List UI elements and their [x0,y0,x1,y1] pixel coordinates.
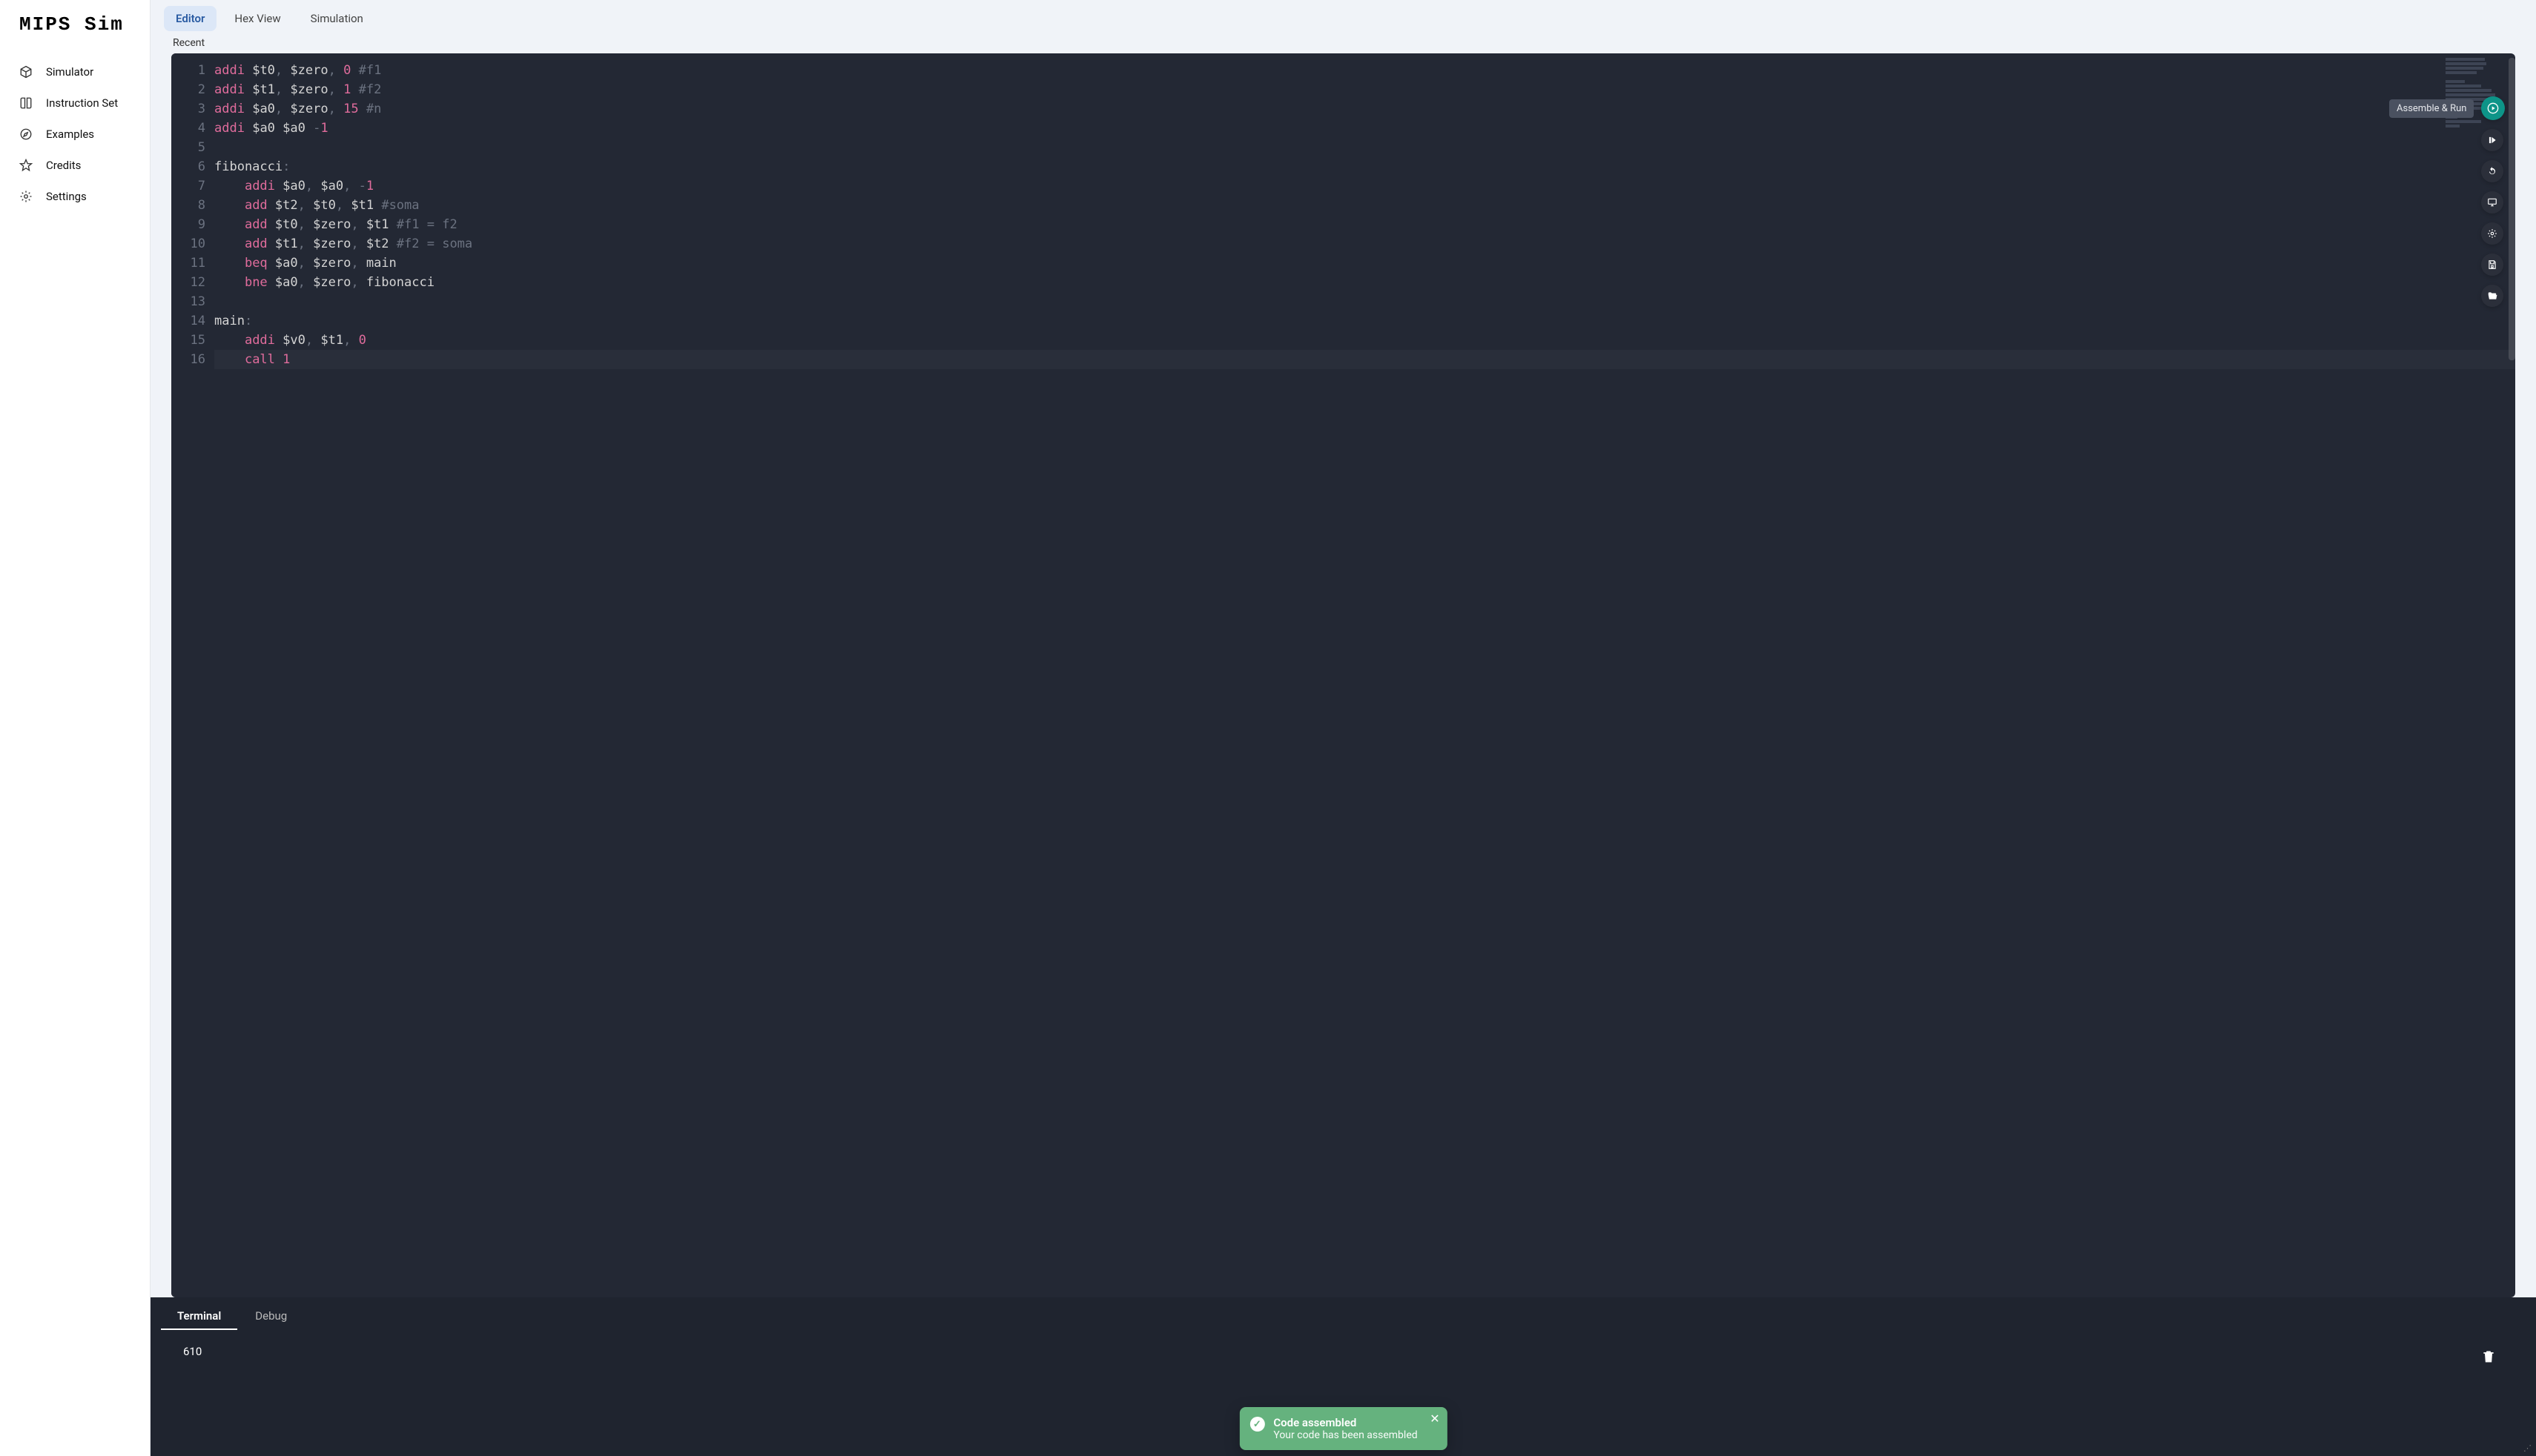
sidebar-nav: Simulator Instruction Set Examples Credi… [0,49,150,219]
code-line[interactable]: addi $t0, $zero, 0 #f1 [214,61,2515,80]
main: Editor Hex View Simulation Recent 123456… [151,0,2536,1456]
sidebar-item-settings[interactable]: Settings [0,181,150,212]
tab-editor[interactable]: Editor [164,6,217,31]
sidebar-item-label: Settings [46,190,87,203]
star-icon [19,159,33,172]
line-number: 16 [171,350,205,369]
code-line[interactable]: addi $a0, $a0, -1 [214,176,2515,196]
sidebar-item-label: Simulator [46,65,93,79]
sidebar-item-credits[interactable]: Credits [0,150,150,181]
panel-tab-debug[interactable]: Debug [239,1305,303,1330]
line-number: 1 [171,61,205,80]
line-number: 13 [171,292,205,311]
sidebar-item-examples[interactable]: Examples [0,119,150,150]
cube-icon [19,65,33,79]
code-line[interactable]: add $t1, $zero, $t2 #f2 = soma [214,234,2515,254]
recent-label[interactable]: Recent [151,31,2536,53]
panel-tabs: Terminal Debug [151,1297,2536,1330]
code-line[interactable]: addi $a0 $a0 -1 [214,119,2515,138]
open-button[interactable] [2481,285,2503,307]
code-line[interactable]: beq $a0, $zero, main [214,254,2515,273]
settings-button[interactable] [2481,222,2503,245]
terminal-output: 610 [170,1340,2517,1363]
sidebar-item-instruction-set[interactable]: Instruction Set [0,87,150,119]
editor-scrollbar[interactable] [2509,58,2515,360]
assemble-run-button[interactable] [2481,96,2505,120]
code-line[interactable]: add $t0, $zero, $t1 #f1 = f2 [214,215,2515,234]
compass-icon [19,128,33,141]
line-number: 15 [171,331,205,350]
code-area[interactable]: addi $t0, $zero, 0 #f1addi $t1, $zero, 1… [214,53,2515,1297]
code-line[interactable]: addi $t1, $zero, 1 #f2 [214,80,2515,99]
code-line[interactable]: bne $a0, $zero, fibonacci [214,273,2515,292]
code-editor[interactable]: 12345678910111213141516 addi $t0, $zero,… [171,53,2515,1297]
line-number: 3 [171,99,205,119]
toast-message: Your code has been assembled [1273,1429,1417,1441]
line-number: 12 [171,273,205,292]
line-number: 10 [171,234,205,254]
sidebar: MIPS Sim Simulator Instruction Set Examp… [0,0,151,1456]
line-number: 11 [171,254,205,273]
code-line[interactable]: addi $v0, $t1, 0 [214,331,2515,350]
code-line[interactable] [214,138,2515,157]
sidebar-item-simulator[interactable]: Simulator [0,56,150,87]
action-buttons: Assemble & Run [2481,96,2505,307]
line-number: 2 [171,80,205,99]
app-title: MIPS Sim [0,0,150,49]
book-icon [19,96,33,110]
editor-container: 12345678910111213141516 addi $t0, $zero,… [171,53,2515,1297]
line-number: 14 [171,311,205,331]
code-line[interactable]: call 1 [214,350,2515,369]
toast-title: Code assembled [1273,1416,1417,1429]
sidebar-item-label: Instruction Set [46,96,118,110]
tooltip: Assemble & Run [2389,99,2474,118]
line-number: 8 [171,196,205,215]
tab-hex-view[interactable]: Hex View [222,6,292,31]
reset-button[interactable] [2481,160,2503,182]
save-button[interactable] [2481,254,2503,276]
line-number: 4 [171,119,205,138]
code-line[interactable]: fibonacci: [214,157,2515,176]
clear-terminal-button[interactable] [2481,1349,2496,1367]
code-line[interactable]: addi $a0, $zero, 15 #n [214,99,2515,119]
gear-icon [19,190,33,203]
panel-tab-terminal[interactable]: Terminal [161,1305,237,1330]
toast-close-button[interactable]: ✕ [1430,1413,1439,1425]
topbar-tabs: Editor Hex View Simulation [151,0,2536,31]
line-number: 7 [171,176,205,196]
step-button[interactable] [2481,129,2503,151]
tab-simulation[interactable]: Simulation [299,6,375,31]
line-number: 6 [171,157,205,176]
resize-handle-icon[interactable]: ⋰ [2523,1443,2532,1453]
monitor-button[interactable] [2481,191,2503,214]
sidebar-item-label: Credits [46,159,81,172]
code-line[interactable] [214,292,2515,311]
line-number: 9 [171,215,205,234]
line-gutter: 12345678910111213141516 [171,53,214,1297]
code-line[interactable]: main: [214,311,2515,331]
line-number: 5 [171,138,205,157]
bottom-panel: Terminal Debug 610 ⋰ ✓ Code assembled Yo… [151,1297,2536,1456]
code-line[interactable]: add $t2, $t0, $t1 #soma [214,196,2515,215]
sidebar-item-label: Examples [46,128,94,141]
check-circle-icon: ✓ [1249,1417,1264,1432]
toast-notification: ✓ Code assembled Your code has been asse… [1239,1407,1447,1450]
